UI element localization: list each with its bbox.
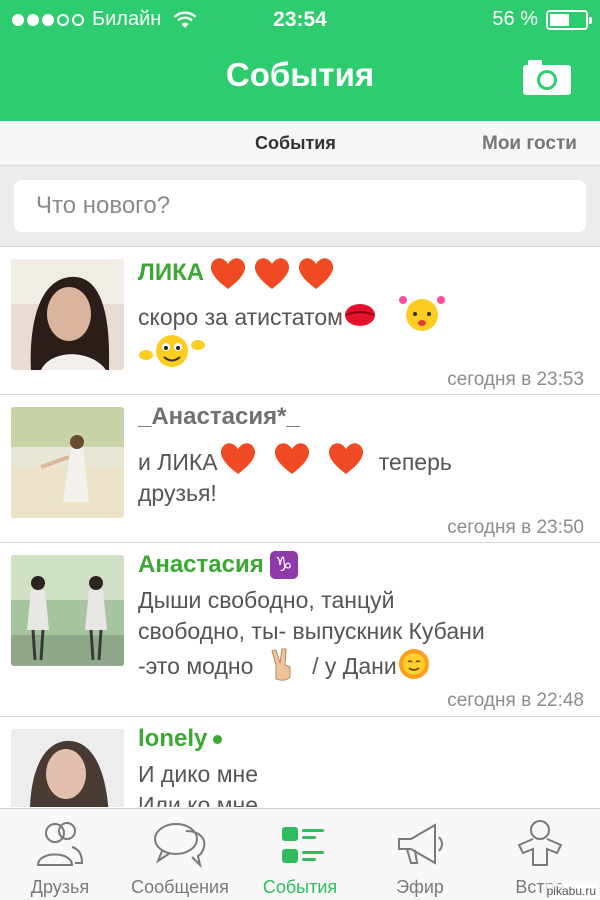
watermark: pikabu.ru [544, 884, 598, 898]
status-bar: Билайн 23:54 56 % [0, 0, 600, 40]
battery-icon [546, 9, 592, 30]
tab-events[interactable]: События [255, 133, 336, 154]
kiss-lips-icon [344, 304, 375, 326]
tab-events[interactable]: События [240, 809, 360, 900]
capricorn-icon: ♑ [269, 551, 298, 579]
avatar[interactable] [11, 407, 124, 518]
megaphone-icon [398, 823, 443, 865]
feed-item[interactable]: ЛИКА скоро за атистатом сегодня в 23:53 [0, 247, 600, 395]
avatar[interactable] [11, 555, 124, 666]
heart-icon [255, 258, 290, 289]
blushing-face-icon [399, 296, 446, 331]
post-time: сегодня в 22:48 [447, 690, 584, 711]
app-header: Билайн 23:54 56 % События [0, 0, 600, 121]
battery-percent: 56 % [492, 8, 538, 30]
avatar[interactable] [11, 729, 124, 807]
heart-icon [329, 443, 364, 474]
tab-label: События [262, 877, 338, 897]
post-time: сегодня в 23:50 [447, 517, 584, 538]
waving-smiley-icon [139, 335, 205, 367]
tab-my-guests[interactable]: Мои гости [482, 133, 577, 155]
post-text: скоро за атистатом [138, 292, 588, 333]
tab-label: Сообщения [131, 877, 229, 897]
meetings-icon [517, 820, 563, 866]
author-name[interactable]: _Анастасия*_ [138, 403, 300, 431]
author-name[interactable]: lonely [138, 725, 223, 753]
post-text: Дыши свободно, танцуй свободно, ты- выпу… [138, 587, 485, 681]
victory-hand-icon [271, 648, 291, 681]
tab-label: Эфир [396, 877, 444, 897]
feed-item[interactable]: Анастасия ♑ Дыши свободно, танцуй свободн… [0, 543, 600, 717]
bottom-tab-bar: Друзья Сообщения События Эфир Встре pika… [0, 808, 600, 900]
feed-item[interactable]: _Анастасия*_ и ЛИКА теперь друзья! сегод… [0, 395, 600, 543]
heart-icon [211, 258, 246, 289]
page-title: События [225, 56, 375, 93]
messages-icon [154, 823, 206, 869]
heart-icon [274, 443, 310, 474]
post-text: И дико мне Или ко мне [138, 761, 258, 807]
post-emoji-line [138, 329, 588, 370]
tab-friends[interactable]: Друзья [0, 809, 120, 900]
tab-broadcast[interactable]: Эфир [360, 809, 480, 900]
whats-new-input[interactable] [14, 180, 586, 232]
camera-icon[interactable] [522, 58, 572, 96]
events-icon [282, 827, 324, 863]
author-name[interactable]: ЛИКА [138, 255, 336, 291]
compose-area [0, 166, 600, 247]
sun-icon [398, 649, 429, 679]
tab-label: Друзья [30, 877, 90, 897]
segment-tabs: События Мои гости [0, 121, 600, 166]
post-text: и ЛИКА теперь друзья! [138, 440, 588, 509]
avatar[interactable] [11, 259, 124, 370]
feed-item[interactable]: lonely И дико мне Или ко мне [0, 717, 600, 807]
post-time: сегодня в 23:53 [447, 369, 584, 390]
events-feed[interactable]: ЛИКА скоро за атистатом сегодня в 23:53 … [0, 247, 600, 807]
tab-messages[interactable]: Сообщения [120, 809, 240, 900]
heart-icon [299, 258, 334, 289]
heart-icon [220, 443, 255, 474]
online-status-icon [213, 734, 223, 744]
author-name[interactable]: Анастасия ♑ [138, 551, 298, 579]
friends-icon [36, 822, 84, 866]
battery-status: 56 % [492, 8, 592, 31]
